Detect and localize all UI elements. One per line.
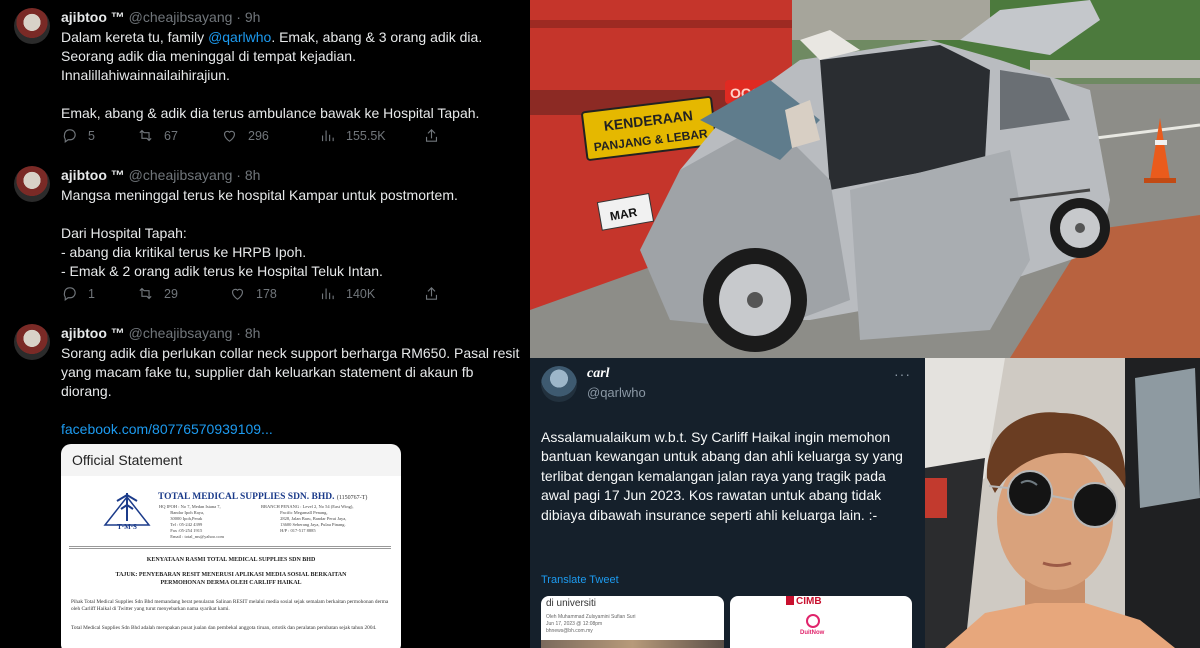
statement-title: Official Statement bbox=[72, 452, 183, 468]
avatar[interactable] bbox=[541, 366, 577, 402]
mention-link[interactable]: @qarlwho bbox=[208, 29, 271, 45]
text-line: Dalam kereta tu, family bbox=[61, 29, 209, 45]
tweet-thread: ajibtoo ™ @cheajibsayang · 9h Dalam kere… bbox=[0, 0, 530, 648]
like-count: 296 bbox=[248, 128, 269, 143]
portrait bbox=[925, 358, 1200, 648]
tweet-header: ajibtoo ™ @cheajibsayang · 8h bbox=[61, 325, 260, 341]
text-line: - Emak & 2 orang adik terus ke Hospital … bbox=[61, 263, 383, 279]
author-name[interactable]: carl bbox=[587, 366, 610, 382]
more-options-icon[interactable]: ··· bbox=[894, 366, 911, 382]
translate-tweet-link[interactable]: Translate Tweet bbox=[541, 574, 619, 586]
reply-count: 5 bbox=[88, 128, 95, 143]
views-count: 155.5K bbox=[346, 128, 386, 143]
crash-photo[interactable]: KENDERAAN PANJANG & LEBAR OCO MAR bbox=[530, 0, 1200, 358]
retweet-button[interactable]: 29 bbox=[137, 285, 178, 302]
doc-subject-2: PERMOHONAN DERMA OLEH CARLIFF HAIKAL bbox=[160, 580, 302, 586]
reply-button[interactable]: 5 bbox=[61, 127, 95, 144]
text-line: Sorang adik dia perlukan collar neck sup… bbox=[61, 345, 520, 361]
timestamp[interactable]: · 8h bbox=[236, 325, 260, 341]
news-thumbnail bbox=[541, 640, 724, 648]
views-icon bbox=[321, 130, 334, 142]
author-handle[interactable]: @cheajibsayang bbox=[129, 325, 233, 341]
company-name: TOTAL MEDICAL SUPPLIES SDN. BHD. (115076… bbox=[158, 492, 368, 502]
news-title: di universiti bbox=[546, 598, 597, 609]
branch-address: BRANCH PENANG : Level 2, No 54 (East Win… bbox=[261, 504, 354, 533]
reply-icon bbox=[63, 129, 76, 144]
like-icon bbox=[231, 288, 244, 300]
sunglasses-left bbox=[1007, 470, 1053, 516]
like-button[interactable]: 296 bbox=[221, 127, 269, 144]
reply-icon bbox=[63, 287, 76, 302]
doc-subject: TAJUK: PENYEBARAN RESIT MENERUSI APLIKAS… bbox=[115, 572, 347, 578]
text-line: - abang dia kritikal terus ke HRPB Ipoh. bbox=[61, 244, 307, 260]
tweet-actions: 5 67 296 155.5K bbox=[61, 127, 451, 147]
doc-heading: KENYATAAN RASMI TOTAL MEDICAL SUPPLIES S… bbox=[146, 557, 316, 563]
text-line: Emak, abang & adik dia terus ambulance b… bbox=[61, 105, 480, 121]
hq-address: HQ IPOH : No 7, Medan Istana 7, Bandar I… bbox=[159, 504, 225, 539]
author-name[interactable]: ajibtoo ™ bbox=[61, 9, 125, 25]
sunglasses-right bbox=[1072, 482, 1118, 528]
views-button[interactable]: 155.5K bbox=[319, 127, 386, 144]
retweet-icon bbox=[139, 287, 152, 300]
author-name[interactable]: ajibtoo ™ bbox=[61, 325, 125, 341]
news-meta: Oleh Muhammad Zulsyamini Sufian Suri Jun… bbox=[546, 614, 636, 634]
retweet-count: 29 bbox=[164, 286, 178, 301]
author-handle[interactable]: @cheajibsayang bbox=[129, 9, 233, 25]
crash-scene: KENDERAAN PANJANG & LEBAR OCO MAR bbox=[530, 0, 1200, 358]
author-name[interactable]: ajibtoo ™ bbox=[61, 167, 125, 183]
like-count: 178 bbox=[256, 286, 277, 301]
statement-document: T·M·S TOTAL MEDICAL SUPPLIES SDN. BHD. (… bbox=[61, 476, 401, 648]
retweet-button[interactable]: 67 bbox=[137, 127, 178, 144]
doc-paragraph: Pihak Total Medical Supplies Sdn Bhd mem… bbox=[71, 599, 389, 612]
logo-text: T·M·S bbox=[117, 523, 137, 531]
cimb-logo-icon bbox=[786, 596, 794, 605]
avatar[interactable] bbox=[14, 166, 50, 202]
tweet-actions: 1 29 178 140K bbox=[61, 285, 451, 305]
bank-name: CIMB bbox=[796, 596, 822, 607]
like-icon bbox=[223, 130, 236, 142]
timestamp[interactable]: · 8h bbox=[236, 167, 260, 183]
reply-count: 1 bbox=[88, 286, 95, 301]
statement-image[interactable]: Official Statement T·M·S TOTAL MEDICAL S… bbox=[61, 444, 401, 648]
text-line: Dari Hospital Tapah: bbox=[61, 225, 187, 241]
share-button[interactable] bbox=[423, 285, 440, 302]
tweet-text: Assalamualaikum w.b.t. Sy Carliff Haikal… bbox=[541, 429, 903, 523]
wallet-name: DuitNow bbox=[800, 630, 825, 636]
share-icon bbox=[425, 129, 438, 142]
like-button[interactable]: 178 bbox=[229, 285, 277, 302]
tweet-header: ajibtoo ™ @cheajibsayang · 8h bbox=[61, 167, 260, 183]
text-line: . Emak, abang & 3 orang adik dia. bbox=[271, 29, 483, 45]
quoted-tweet[interactable]: carl @qarlwho ··· Assalamualaikum w.b.t.… bbox=[530, 358, 925, 648]
text-line: Innalillahiwainnailaihirajiun. bbox=[61, 67, 230, 83]
text-line: diorang. bbox=[61, 383, 112, 399]
avatar[interactable] bbox=[14, 324, 50, 360]
attachment-bank[interactable]: CIMB DuitNow bbox=[730, 596, 912, 648]
reply-button[interactable]: 1 bbox=[61, 285, 95, 302]
views-icon bbox=[321, 288, 334, 300]
tweet-text: Dalam kereta tu, family @qarlwho. Emak, … bbox=[61, 28, 521, 123]
tweet-header: ajibtoo ™ @cheajibsayang · 9h bbox=[61, 9, 260, 25]
views-button[interactable]: 140K bbox=[319, 285, 375, 302]
tms-logo: T·M·S bbox=[103, 493, 151, 531]
retweet-count: 67 bbox=[164, 128, 178, 143]
timestamp[interactable]: · 9h bbox=[236, 9, 260, 25]
text-line: Mangsa meninggal terus ke hospital Kampa… bbox=[61, 187, 458, 203]
attachment-news[interactable]: di universiti Oleh Muhammad Zulsyamini S… bbox=[541, 596, 724, 648]
text-line: yang macam fake tu, supplier dah keluark… bbox=[61, 364, 474, 380]
author-handle[interactable]: @qarlwho bbox=[587, 385, 646, 400]
author-handle[interactable]: @cheajibsayang bbox=[129, 167, 233, 183]
views-count: 140K bbox=[346, 286, 376, 301]
selfie-photo[interactable] bbox=[925, 358, 1200, 648]
tweet-text: Mangsa meninggal terus ke hospital Kampa… bbox=[61, 186, 521, 281]
facebook-link[interactable]: facebook.com/80776570939109... bbox=[61, 420, 521, 439]
duitnow-icon bbox=[806, 614, 820, 628]
doc-paragraph: Total Medical Supplies Sdn Bhd adalah me… bbox=[71, 625, 377, 631]
retweet-icon bbox=[139, 129, 152, 142]
share-button[interactable] bbox=[423, 127, 440, 144]
tweet-text: Sorang adik dia perlukan collar neck sup… bbox=[61, 344, 521, 439]
text-line: Seorang adik dia meninggal di tempat kej… bbox=[61, 48, 356, 64]
share-icon bbox=[425, 287, 438, 300]
avatar[interactable] bbox=[14, 8, 50, 44]
